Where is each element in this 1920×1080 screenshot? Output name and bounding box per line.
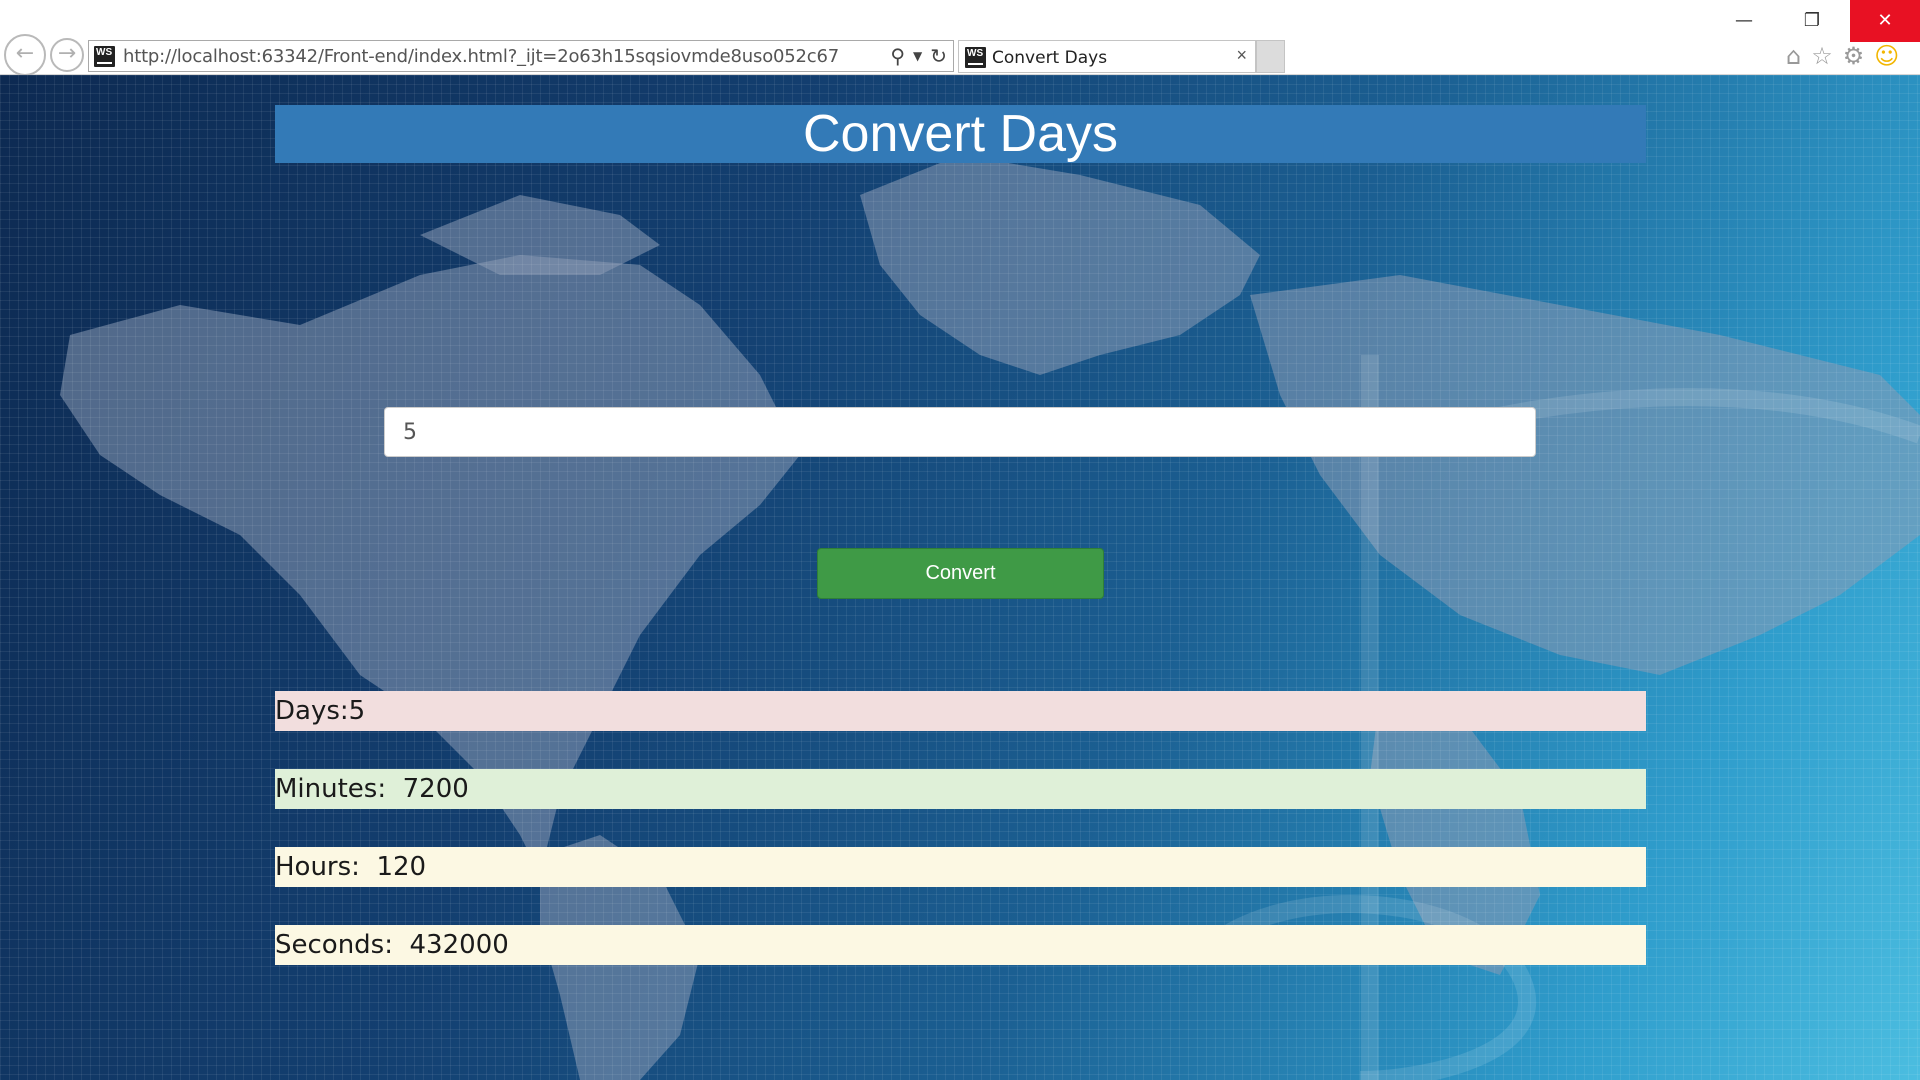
browser-chrome: ← → WS http://localhost:63342/Front-end/… [0, 0, 1920, 76]
minimize-button[interactable]: — [1710, 0, 1778, 42]
feedback-smiley-icon[interactable]: ☺ [1874, 42, 1899, 70]
webstorm-favicon-icon: WS [94, 46, 115, 67]
new-tab-button[interactable] [1256, 40, 1285, 73]
webstorm-favicon-icon: WS [965, 47, 986, 68]
convert-button[interactable]: Convert [817, 548, 1104, 599]
tab-convert-days[interactable]: WS Convert Days × [958, 40, 1256, 73]
search-icon[interactable]: ⚲ [890, 44, 905, 68]
restore-icon: ❐ [1803, 10, 1821, 31]
back-button[interactable]: ← [4, 34, 46, 76]
hours-result: Hours: 120 [275, 847, 1646, 887]
favorites-star-icon[interactable]: ☆ [1811, 42, 1833, 70]
dropdown-icon[interactable]: ▼ [913, 49, 922, 63]
tab-close-icon[interactable]: × [1236, 45, 1247, 66]
close-icon: ✕ [1877, 10, 1893, 31]
restore-button[interactable]: ❐ [1778, 0, 1846, 42]
forward-button[interactable]: → [50, 38, 84, 72]
tab-title: Convert Days [992, 48, 1108, 68]
page-title: Convert Days [275, 105, 1646, 163]
days-result: Days:5 [275, 691, 1646, 731]
seconds-result: Seconds: 432000 [275, 925, 1646, 965]
minimize-icon: — [1735, 10, 1753, 31]
back-icon: ← [15, 41, 35, 66]
url-text[interactable]: http://localhost:63342/Front-end/index.h… [123, 46, 839, 67]
minutes-result: Minutes: 7200 [275, 769, 1646, 809]
home-icon[interactable]: ⌂ [1786, 42, 1801, 70]
settings-gear-icon[interactable]: ⚙ [1843, 42, 1865, 70]
forward-icon: → [57, 41, 77, 66]
address-bar[interactable]: WS http://localhost:63342/Front-end/inde… [88, 40, 954, 72]
close-window-button[interactable]: ✕ [1850, 0, 1920, 42]
days-input[interactable] [384, 407, 1536, 457]
page-viewport: Convert Days Convert Days:5 Minutes: 720… [0, 75, 1920, 1080]
refresh-icon[interactable]: ↻ [930, 44, 947, 68]
